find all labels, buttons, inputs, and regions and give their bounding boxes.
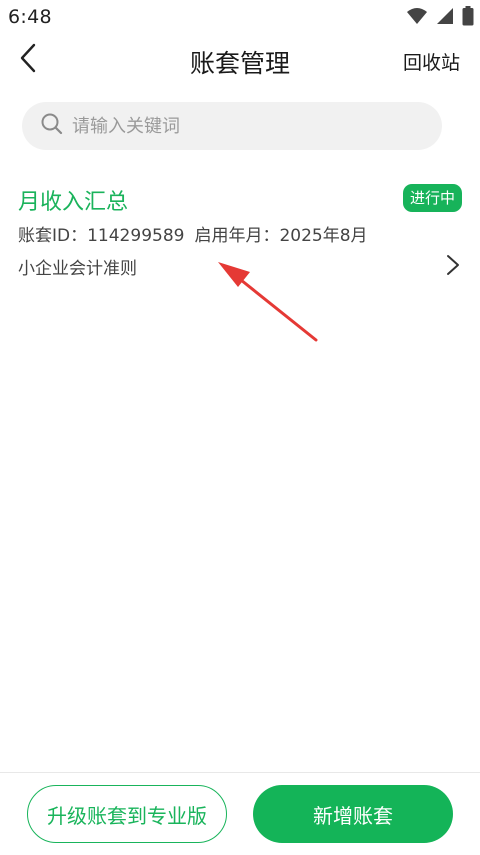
search-icon — [40, 112, 64, 140]
search-box[interactable] — [22, 102, 442, 150]
ledger-management-screen: 6:48 账套管理 回收站 月收入汇总 — [0, 0, 480, 855]
battery-icon — [462, 6, 474, 30]
start-date-label: 启用年月： — [194, 226, 280, 246]
start-date-value: 2025年8月 — [279, 226, 368, 246]
accounting-standard: 小企业会计准则 — [18, 259, 137, 279]
search-input[interactable] — [70, 114, 414, 138]
ledger-id-label: 账套ID： — [18, 226, 88, 246]
status-badge: 进行中 — [402, 184, 462, 212]
nav-bar: 账套管理 回收站 — [0, 36, 480, 84]
signal-icon — [436, 7, 454, 29]
ledger-meta: 账套ID：114299589 启用年月：2025年8月 — [18, 221, 368, 246]
upgrade-to-pro-button[interactable]: 升级账套到专业版 — [27, 785, 227, 843]
status-bar: 6:48 — [0, 0, 480, 36]
add-ledger-button[interactable]: 新增账套 — [253, 785, 453, 843]
recycle-bin-link[interactable]: 回收站 — [403, 48, 460, 75]
ledger-name: 月收入汇总 — [18, 190, 129, 215]
ledger-id-value: 114299589 — [87, 226, 185, 246]
status-icons — [406, 6, 474, 30]
bottom-divider — [0, 772, 480, 773]
ledger-list-item[interactable]: 月收入汇总 进行中 账套ID：114299589 启用年月：2025年8月 小企业… — [0, 170, 480, 290]
chevron-right-icon — [446, 254, 460, 280]
wifi-icon — [406, 7, 428, 29]
status-time: 6:48 — [8, 6, 52, 28]
